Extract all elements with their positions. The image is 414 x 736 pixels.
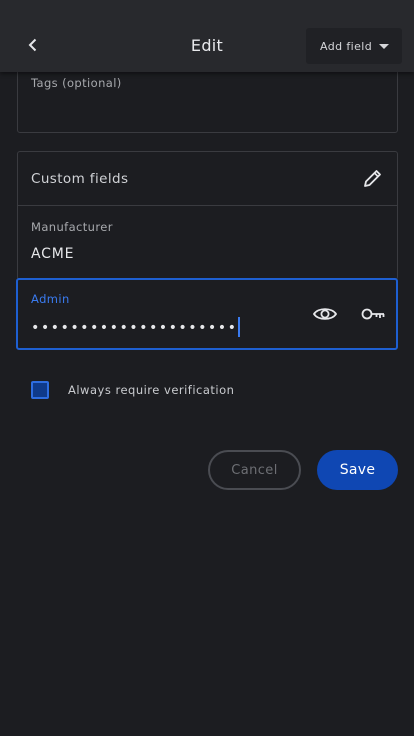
admin-password-input[interactable]: ••••••••••••••••••••• — [31, 317, 241, 337]
tags-label: Tags (optional) — [31, 76, 122, 90]
admin-password-field[interactable]: Admin ••••••••••••••••••••• — [16, 278, 398, 350]
add-field-button[interactable]: Add field — [306, 28, 402, 64]
admin-label: Admin — [31, 292, 70, 306]
show-password-button[interactable] — [312, 303, 338, 325]
pencil-icon — [364, 170, 381, 187]
custom-fields-header: Custom fields — [18, 152, 397, 206]
top-app-bar: Edit Add field — [0, 0, 414, 72]
custom-fields-title: Custom fields — [31, 171, 129, 187]
generate-password-button[interactable] — [360, 303, 386, 325]
manufacturer-value[interactable]: ACME — [31, 246, 74, 262]
text-cursor — [238, 317, 241, 337]
admin-password-value: ••••••••••••••••••••• — [31, 320, 238, 336]
key-icon — [361, 308, 385, 320]
cancel-button[interactable]: Cancel — [208, 450, 301, 490]
save-button[interactable]: Save — [317, 450, 398, 490]
verification-label: Always require verification — [68, 383, 235, 397]
caret-down-icon — [379, 43, 390, 49]
eye-icon — [312, 308, 338, 320]
manufacturer-label: Manufacturer — [31, 220, 113, 234]
add-field-label: Add field — [320, 39, 373, 53]
verification-checkbox[interactable] — [31, 381, 49, 399]
verification-row: Always require verification — [31, 381, 234, 399]
edit-custom-fields-button[interactable] — [361, 166, 385, 190]
custom-fields-card: Custom fields Manufacturer ACME — [17, 151, 398, 280]
